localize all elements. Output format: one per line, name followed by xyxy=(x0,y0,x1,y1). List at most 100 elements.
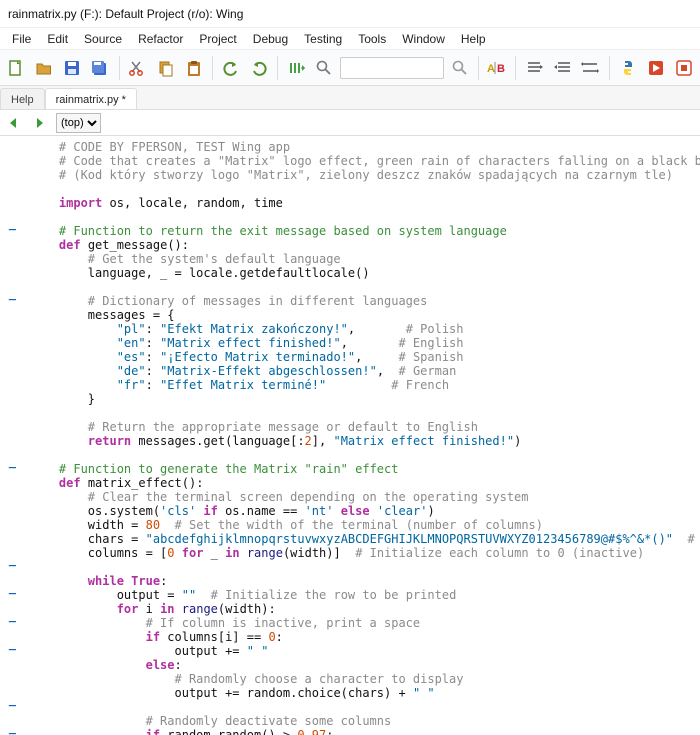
code-line[interactable]: if random.random() > 0.97: xyxy=(30,728,700,735)
scope-select[interactable]: (top) xyxy=(56,113,101,133)
fold-marker xyxy=(0,154,25,168)
fold-marker[interactable]: − xyxy=(0,294,25,308)
fold-marker[interactable]: − xyxy=(0,224,25,238)
code-line[interactable]: language, _ = locale.getdefaultlocale() xyxy=(30,266,700,280)
fold-marker xyxy=(0,238,25,252)
menu-refactor[interactable]: Refactor xyxy=(130,30,191,48)
code-line[interactable]: def get_message(): xyxy=(30,238,700,252)
code-line[interactable]: return messages.get(language[:2], "Matri… xyxy=(30,434,700,448)
menu-window[interactable]: Window xyxy=(394,30,453,48)
code-line[interactable]: def matrix_effect(): xyxy=(30,476,700,490)
run-script-button[interactable] xyxy=(644,55,668,81)
code-line[interactable]: chars = "abcdefghijklmnopqrstuvwxyzABCDE… xyxy=(30,532,700,546)
code-line[interactable]: # Code that creates a "Matrix" logo effe… xyxy=(30,154,700,168)
code-line[interactable]: # Clear the terminal screen depending on… xyxy=(30,490,700,504)
code-line[interactable]: # Function to return the exit message ba… xyxy=(30,224,700,238)
copy-button[interactable] xyxy=(154,55,178,81)
code-line[interactable] xyxy=(30,182,700,196)
save-all-button[interactable] xyxy=(88,55,112,81)
fold-marker[interactable]: − xyxy=(0,462,25,476)
code-line[interactable]: os.system('cls' if os.name == 'nt' else … xyxy=(30,504,700,518)
search-go-button[interactable] xyxy=(448,55,472,81)
fold-gutter[interactable]: − − − − − − − − − xyxy=(0,136,26,735)
outdent-button[interactable] xyxy=(550,55,574,81)
code-line[interactable]: for i in range(width): xyxy=(30,602,700,616)
code-line[interactable]: "en": "Matrix effect finished!", # Engli… xyxy=(30,336,700,350)
code-line[interactable]: import os, locale, random, time xyxy=(30,196,700,210)
menu-edit[interactable]: Edit xyxy=(39,30,76,48)
code-line[interactable]: output += " " xyxy=(30,644,700,658)
code-line[interactable] xyxy=(30,280,700,294)
menu-help[interactable]: Help xyxy=(453,30,494,48)
code-line[interactable]: "fr": "Effet Matrix terminé!" # French xyxy=(30,378,700,392)
code-line[interactable]: # (Kod który stworzy logo "Matrix", ziel… xyxy=(30,168,700,182)
code-line[interactable]: messages = { xyxy=(30,308,700,322)
menu-source[interactable]: Source xyxy=(76,30,130,48)
nav-forward-button[interactable] xyxy=(30,113,50,133)
rename-symbol-button[interactable]: AB xyxy=(485,55,509,81)
code-line[interactable] xyxy=(30,700,700,714)
undo-button[interactable] xyxy=(219,55,243,81)
stop-button[interactable] xyxy=(672,55,696,81)
fold-marker xyxy=(0,364,25,378)
save-button[interactable] xyxy=(60,55,84,81)
code-line[interactable]: # If column is inactive, print a space xyxy=(30,616,700,630)
redo-button[interactable] xyxy=(247,55,271,81)
fold-marker xyxy=(0,490,25,504)
paste-button[interactable] xyxy=(182,55,206,81)
code-line[interactable]: output = "" # Initialize the row to be p… xyxy=(30,588,700,602)
new-file-button[interactable] xyxy=(4,55,28,81)
code-line[interactable]: "pl": "Efekt Matrix zakończony!", # Poli… xyxy=(30,322,700,336)
code-line[interactable]: while True: xyxy=(30,574,700,588)
python-button[interactable] xyxy=(616,55,640,81)
menu-testing[interactable]: Testing xyxy=(296,30,350,48)
menu-file[interactable]: File xyxy=(4,30,39,48)
code-line[interactable]: else: xyxy=(30,658,700,672)
code-line[interactable] xyxy=(30,210,700,224)
code-line[interactable]: # Get the system's default language xyxy=(30,252,700,266)
tab-help[interactable]: Help xyxy=(0,88,45,109)
code-line[interactable]: # Randomly choose a character to display xyxy=(30,672,700,686)
code-editor[interactable]: − − − − − − − − − # CODE BY FPERSON, TEST Wing a… xyxy=(0,136,700,735)
fold-marker xyxy=(0,476,25,490)
fold-marker xyxy=(0,182,25,196)
nav-back-button[interactable] xyxy=(4,113,24,133)
fold-marker[interactable]: − xyxy=(0,560,25,574)
debug-run-button[interactable] xyxy=(284,55,308,81)
fold-marker xyxy=(0,378,25,392)
code-line[interactable]: } xyxy=(30,392,700,406)
search-button[interactable] xyxy=(312,55,336,81)
fold-marker xyxy=(0,266,25,280)
menu-debug[interactable]: Debug xyxy=(245,30,296,48)
fold-marker[interactable]: − xyxy=(0,616,25,630)
code-area[interactable]: # CODE BY FPERSON, TEST Wing app # Code … xyxy=(26,136,700,735)
code-line[interactable]: # Return the appropriate message or defa… xyxy=(30,420,700,434)
code-line[interactable]: # Function to generate the Matrix "rain"… xyxy=(30,462,700,476)
code-line[interactable]: columns = [0 for _ in range(width)] # In… xyxy=(30,546,700,560)
menu-project[interactable]: Project xyxy=(191,30,244,48)
word-wrap-button[interactable] xyxy=(578,55,602,81)
fold-marker[interactable]: − xyxy=(0,644,25,658)
indent-button[interactable] xyxy=(522,55,546,81)
code-line[interactable]: width = 80 # Set the width of the termin… xyxy=(30,518,700,532)
code-line[interactable]: # Randomly deactivate some columns xyxy=(30,714,700,728)
code-line[interactable] xyxy=(30,406,700,420)
code-line[interactable] xyxy=(30,560,700,574)
code-line[interactable]: # CODE BY FPERSON, TEST Wing app xyxy=(30,140,700,154)
code-line[interactable] xyxy=(30,448,700,462)
code-line[interactable]: "es": "¡Efecto Matrix terminado!", # Spa… xyxy=(30,350,700,364)
code-line[interactable]: if columns[i] == 0: xyxy=(30,630,700,644)
fold-marker xyxy=(0,336,25,350)
code-line[interactable]: # Dictionary of messages in different la… xyxy=(30,294,700,308)
code-line[interactable]: output += random.choice(chars) + " " xyxy=(30,686,700,700)
fold-marker[interactable]: − xyxy=(0,588,25,602)
fold-marker[interactable]: − xyxy=(0,700,25,714)
menu-tools[interactable]: Tools xyxy=(350,30,394,48)
code-line[interactable]: "de": "Matrix-Effekt abgeschlossen!", # … xyxy=(30,364,700,378)
fold-marker[interactable]: − xyxy=(0,728,25,735)
cut-button[interactable] xyxy=(125,55,149,81)
toolbar-separator xyxy=(478,56,479,80)
search-input[interactable] xyxy=(340,57,444,79)
tab-rainmatrix[interactable]: rainmatrix.py * xyxy=(45,88,137,109)
open-file-button[interactable] xyxy=(32,55,56,81)
